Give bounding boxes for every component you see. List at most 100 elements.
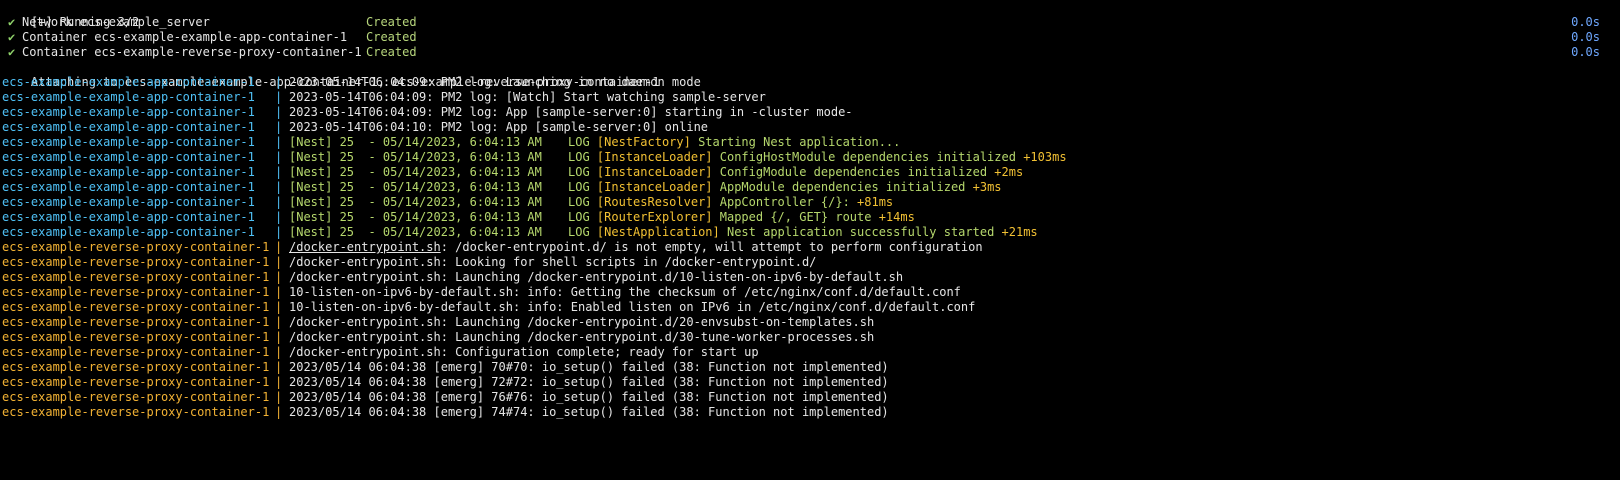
log-level: LOG	[568, 195, 590, 209]
log-message: 2023-05-14T06:04:09: PM2 log: App [sampl…	[289, 105, 853, 119]
log-level: LOG	[568, 135, 590, 149]
container-name: ecs-example-reverse-proxy-container-1	[2, 375, 270, 389]
container-name: ecs-example-reverse-proxy-container-1	[2, 240, 270, 254]
entrypoint-link[interactable]: /docker-entrypoint.sh	[289, 240, 441, 254]
created-row-proxy-container: ✔ Container ecs-example-reverse-proxy-co…	[0, 45, 1620, 60]
container-name: ecs-example-example-app-container-1	[2, 75, 255, 89]
log-text: AppController {/}:	[719, 195, 850, 209]
log-message: /docker-entrypoint.sh: Launching /docker…	[289, 315, 875, 329]
separator: |	[275, 180, 283, 194]
separator: |	[275, 315, 283, 329]
created-row-app-container: ✔ Container ecs-example-example-app-cont…	[0, 30, 1620, 45]
created-status: Created	[366, 30, 417, 44]
log-line-proxy: ecs-example-reverse-proxy-container-1 | …	[0, 240, 1620, 255]
log-level: LOG	[568, 165, 590, 179]
container-name: ecs-example-reverse-proxy-container-1	[2, 285, 270, 299]
container-name: ecs-example-example-app-container-1	[2, 180, 255, 194]
separator: |	[275, 150, 283, 164]
log-context: [NestFactory]	[596, 135, 691, 149]
nest-log-line: ecs-example-example-app-container-1 | [N…	[0, 210, 1620, 225]
separator: |	[275, 330, 283, 344]
log-context: [NestApplication]	[596, 225, 720, 239]
nest-log-line: ecs-example-example-app-container-1 | [N…	[0, 135, 1620, 150]
created-label: Container ecs-example-reverse-proxy-cont…	[22, 45, 362, 59]
check-icon: ✔	[8, 45, 16, 59]
nest-prefix: [Nest] 25 - 05/14/2023, 6:04:13 AM	[289, 180, 542, 194]
log-text: Starting Nest application...	[698, 135, 901, 149]
nest-log-line: ecs-example-example-app-container-1 | [N…	[0, 150, 1620, 165]
container-name: ecs-example-reverse-proxy-container-1	[2, 345, 270, 359]
log-message: 10-listen-on-ipv6-by-default.sh: info: E…	[289, 300, 976, 314]
nest-prefix: [Nest] 25 - 05/14/2023, 6:04:13 AM	[289, 135, 542, 149]
container-name: ecs-example-reverse-proxy-container-1	[2, 360, 270, 374]
log-line-proxy: ecs-example-reverse-proxy-container-1 | …	[0, 390, 1620, 405]
created-row-network: ✔ Network ecs-example_server Created 0.0…	[0, 15, 1620, 30]
running-status: [+] Running 3/2	[0, 0, 1620, 29]
container-name: ecs-example-reverse-proxy-container-1	[2, 405, 270, 419]
container-name: ecs-example-reverse-proxy-container-1	[2, 300, 270, 314]
log-message: 2023-05-14T06:04:09: PM2 log: [Watch] St…	[289, 90, 766, 104]
log-context: [RoutesResolver]	[596, 195, 713, 209]
log-line-proxy: ecs-example-reverse-proxy-container-1 | …	[0, 315, 1620, 330]
separator: |	[275, 255, 283, 269]
log-message: /docker-entrypoint.sh: Launching /docker…	[289, 270, 904, 284]
nest-prefix: [Nest] 25 - 05/14/2023, 6:04:13 AM	[289, 210, 542, 224]
nest-log-body: LOG [RoutesResolver] AppController {/}: …	[568, 195, 893, 210]
log-line-proxy: ecs-example-reverse-proxy-container-1 | …	[0, 330, 1620, 345]
log-message: 10-listen-on-ipv6-by-default.sh: info: G…	[289, 285, 961, 299]
log-duration: +14ms	[878, 210, 915, 224]
container-name: ecs-example-example-app-container-1	[2, 225, 255, 239]
separator: |	[275, 135, 283, 149]
log-duration: +21ms	[1001, 225, 1038, 239]
created-duration: 0.0s	[1571, 45, 1600, 59]
separator: |	[275, 195, 283, 209]
attaching-line: Attaching to ecs-example-example-app-con…	[0, 60, 1620, 89]
log-text: AppModule dependencies initialized	[719, 180, 966, 194]
log-text: ConfigModule dependencies initialized	[719, 165, 988, 179]
nest-log-body: LOG [InstanceLoader] ConfigModule depend…	[568, 165, 1023, 180]
log-message: /docker-entrypoint.sh: Configuration com…	[289, 345, 759, 359]
nest-log-body: LOG [InstanceLoader] AppModule dependenc…	[568, 180, 1002, 195]
separator: |	[275, 345, 283, 359]
separator: |	[275, 75, 283, 89]
container-name: ecs-example-example-app-container-1	[2, 120, 255, 134]
container-name: ecs-example-reverse-proxy-container-1	[2, 330, 270, 344]
log-line-proxy: ecs-example-reverse-proxy-container-1 | …	[0, 255, 1620, 270]
separator: |	[275, 270, 283, 284]
log-duration: +2ms	[994, 165, 1024, 179]
separator: |	[275, 225, 283, 239]
container-name: ecs-example-reverse-proxy-container-1	[2, 255, 270, 269]
log-line-app: ecs-example-example-app-container-1 | 20…	[0, 120, 1620, 135]
separator: |	[275, 375, 283, 389]
nest-prefix: [Nest] 25 - 05/14/2023, 6:04:13 AM	[289, 165, 542, 179]
nest-prefix: [Nest] 25 - 05/14/2023, 6:04:13 AM	[289, 150, 542, 164]
log-text: ConfigHostModule dependencies initialize…	[719, 150, 1016, 164]
log-message: 2023/05/14 06:04:38 [emerg] 76#76: io_se…	[289, 390, 889, 404]
log-message: /docker-entrypoint.sh: Launching /docker…	[289, 330, 875, 344]
created-label: Container ecs-example-example-app-contai…	[22, 30, 348, 44]
container-name: ecs-example-reverse-proxy-container-1	[2, 315, 270, 329]
log-message: 2023/05/14 06:04:38 [emerg] 70#70: io_se…	[289, 360, 889, 374]
nest-prefix: [Nest] 25 - 05/14/2023, 6:04:13 AM	[289, 195, 542, 209]
separator: |	[275, 90, 283, 104]
log-message: /docker-entrypoint.sh: /docker-entrypoin…	[289, 240, 983, 255]
log-context: [InstanceLoader]	[596, 165, 713, 179]
nest-log-body: LOG [RouterExplorer] Mapped {/, GET} rou…	[568, 210, 915, 225]
container-name: ecs-example-example-app-container-1	[2, 210, 255, 224]
log-context: [InstanceLoader]	[596, 150, 713, 164]
terminal-output[interactable]: [+] Running 3/2 ✔ Network ecs-example_se…	[0, 0, 1620, 421]
log-line-proxy: ecs-example-reverse-proxy-container-1 | …	[0, 285, 1620, 300]
nest-log-body: LOG [NestFactory] Starting Nest applicat…	[568, 135, 900, 150]
nest-log-line: ecs-example-example-app-container-1 | [N…	[0, 165, 1620, 180]
log-text: Mapped {/, GET} route	[719, 210, 872, 224]
log-line-proxy: ecs-example-reverse-proxy-container-1 | …	[0, 270, 1620, 285]
nest-log-line: ecs-example-example-app-container-1 | [N…	[0, 195, 1620, 210]
container-name: ecs-example-example-app-container-1	[2, 90, 255, 104]
separator: |	[275, 300, 283, 314]
log-message: 2023/05/14 06:04:38 [emerg] 72#72: io_se…	[289, 375, 889, 389]
container-name: ecs-example-example-app-container-1	[2, 105, 255, 119]
separator: |	[275, 240, 283, 254]
log-context: [RouterExplorer]	[596, 210, 713, 224]
log-context: [InstanceLoader]	[596, 180, 713, 194]
log-line-app: ecs-example-example-app-container-1 | 20…	[0, 90, 1620, 105]
